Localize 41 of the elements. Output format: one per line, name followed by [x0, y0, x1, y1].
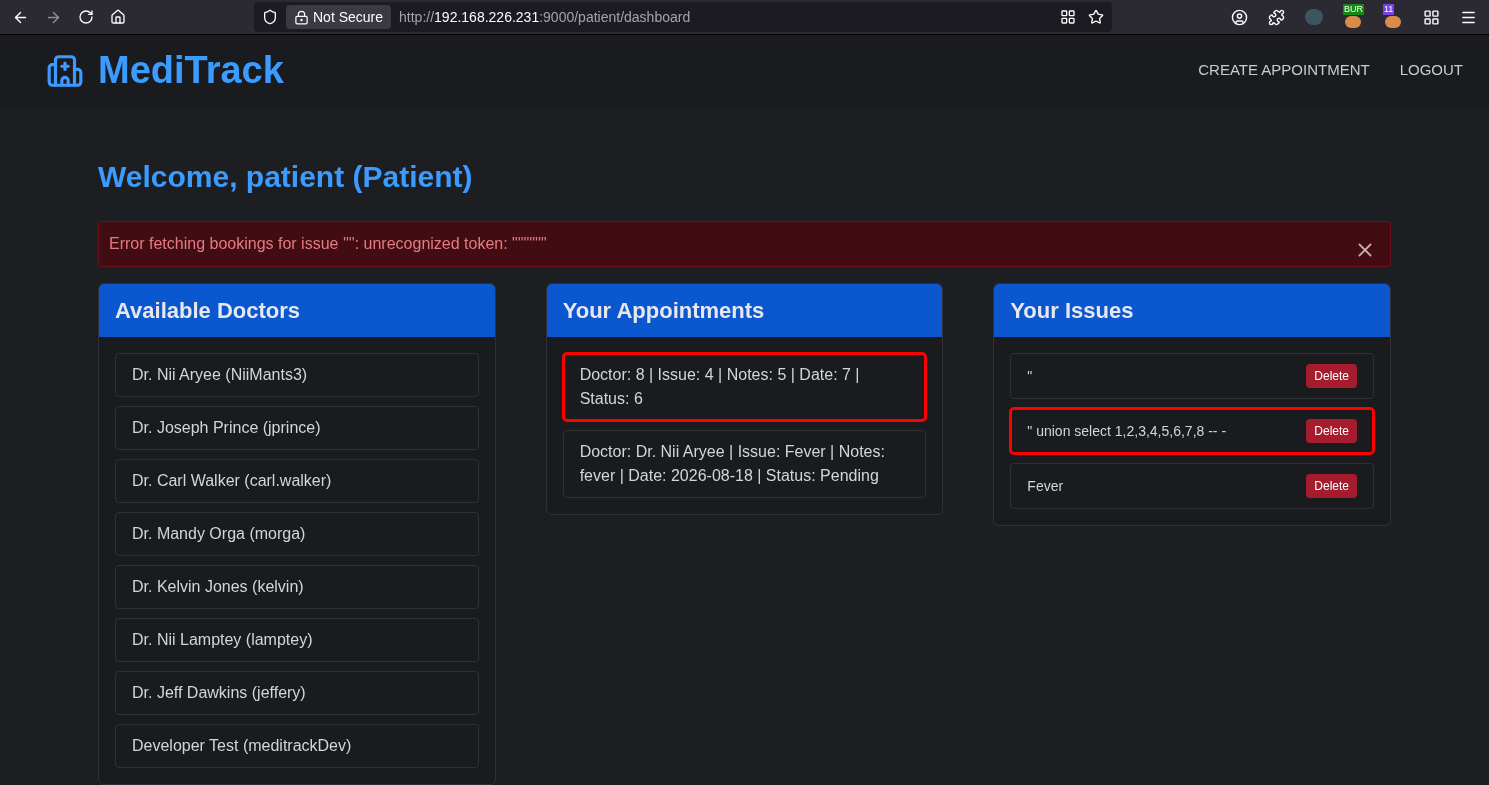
- panel-title: Your Appointments: [562, 297, 766, 325]
- nav-link[interactable]: LOGOUT: [1399, 59, 1463, 82]
- panel-title: Your Issues: [1010, 297, 1135, 325]
- nav-link[interactable]: CREATE APPOINTMENT: [1198, 59, 1370, 82]
- doctor-item[interactable]: Developer Test (meditrackDev): [115, 724, 479, 768]
- extension-icon[interactable]: [1385, 16, 1401, 29]
- extension-badge: 11: [1383, 4, 1395, 16]
- delete-button[interactable]: Delete: [1306, 419, 1357, 443]
- grid-icon[interactable]: [1060, 9, 1076, 26]
- insecure-lock-icon: [294, 9, 309, 25]
- delete-button[interactable]: Delete: [1306, 364, 1357, 388]
- issue-text: " union select 1,2,3,4,5,6,7,8 -- -: [1027, 421, 1227, 441]
- appointment-item: Doctor: 8 | Issue: 4 | Notes: 5 | Date: 7 | Status: 6: [562, 353, 927, 421]
- security-label: Not Secure: [313, 7, 384, 27]
- security-badge[interactable]: Not Secure: [286, 5, 392, 30]
- doctor-item[interactable]: Dr. Nii Lamptey (lamptey): [115, 618, 479, 662]
- doctor-item[interactable]: Dr. Jeff Dawkins (jeffery): [115, 671, 479, 715]
- issue-text: Fever: [1027, 476, 1064, 496]
- issue-text: ": [1027, 366, 1033, 386]
- account-icon[interactable]: [1231, 8, 1248, 26]
- reload-icon[interactable]: [78, 9, 94, 26]
- url-text[interactable]: http://192.168.226.231:9000/patient/dashboard: [399, 6, 691, 28]
- shield-icon[interactable]: [262, 9, 278, 26]
- extension-badge: BUR: [1343, 4, 1364, 16]
- doctor-item[interactable]: Dr. Joseph Prince (jprince): [115, 406, 479, 450]
- doctor-item[interactable]: Dr. Carl Walker (carl.walker): [115, 459, 479, 503]
- home-icon[interactable]: [110, 9, 126, 26]
- extension-icon[interactable]: [1345, 16, 1361, 29]
- delete-button[interactable]: Delete: [1306, 474, 1357, 498]
- bookmark-star-icon[interactable]: [1088, 9, 1104, 26]
- doctor-item[interactable]: Dr. Kelvin Jones (kelvin): [115, 565, 479, 609]
- address-bar[interactable]: Not Secure http://192.168.226.231:9000/patient/dashboard: [254, 2, 1112, 33]
- doctor-item[interactable]: Dr. Nii Aryee (NiiMants3): [115, 353, 479, 397]
- extensions-icon[interactable]: [1268, 8, 1285, 26]
- doctor-item[interactable]: Dr. Mandy Orga (morga): [115, 512, 479, 556]
- welcome-heading: Welcome, patient (Patient): [98, 159, 474, 195]
- error-message: Error fetching bookings for issue '"': unrecognized token: "'"""'": [109, 234, 547, 254]
- apps-icon[interactable]: [1423, 8, 1440, 26]
- appointment-item: Doctor: Dr. Nii Aryee | Issue: Fever | Notes: fever | Date: 2026-08-18 | Status: Pending: [562, 430, 927, 498]
- panel-title: Available Doctors: [115, 297, 302, 325]
- brand-title[interactable]: MediTrack: [98, 42, 284, 100]
